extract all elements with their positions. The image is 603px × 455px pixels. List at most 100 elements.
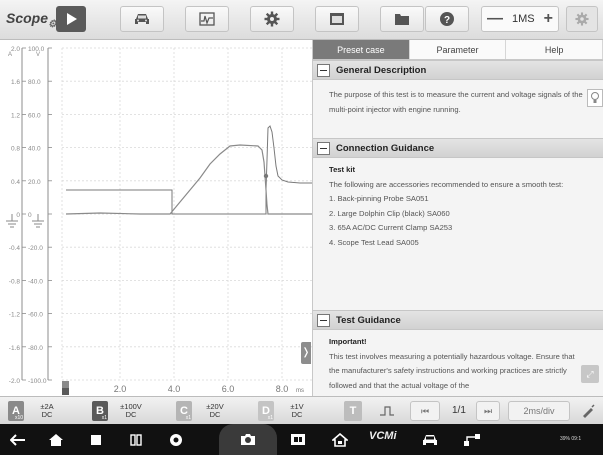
split-screen-button[interactable] [120,424,152,455]
channel-d-setting: ±1V DC [290,401,304,419]
left-axis-unit: A [8,52,12,58]
lightbulb-icon[interactable] [587,89,603,107]
timebase-control[interactable]: — 1MS + [481,6,559,32]
important-label: Important! [329,337,367,346]
channel-a-label: Ax10 [8,401,24,421]
car-icon [423,434,437,445]
next-page-button[interactable]: ⏭ [476,401,500,421]
waveform-button[interactable] [185,6,229,32]
house-car-icon [332,432,348,447]
home-icon [49,433,63,446]
right-tick-label: -100.0 [28,378,47,385]
general-description-text: The purpose of this test is to measure t… [329,90,583,114]
timebase-increase-button[interactable]: + [544,11,553,27]
collapse-icon[interactable] [317,63,330,77]
channel-b-button[interactable]: Bx1 ±100V DC [92,401,148,421]
test-guidance-text: This test involves measuring a potential… [329,351,575,390]
test-guidance-header[interactable]: Test Guidance [313,310,603,330]
scope-display[interactable]: 2.0 1.6 1.2 0.8 0.4 0 -0.4 -0.8 -1.2 -1.6 -2.0 A 10… [0,40,312,396]
general-description-body: The purpose of this test is to measure t… [313,80,603,138]
connection-guidance-body: Test kit The following are accessories r… [313,158,603,310]
network-button[interactable] [456,424,488,455]
voltage-trace [66,125,312,215]
left-tick-label: -0.8 [9,278,21,285]
time-div-button[interactable]: 2ms/div [508,401,570,421]
rising-edge-icon [380,406,394,416]
trace-cursor-dot [263,173,269,179]
status-indicators: 39% 09:1 [560,436,582,442]
settings-button[interactable] [566,6,598,32]
diag-home-button[interactable] [324,424,356,455]
app-logo: Scope⚙ [6,10,57,30]
gear-icon [264,11,280,27]
vehicle-shortcut-button[interactable] [414,424,446,455]
x-axis-unit: ms [296,388,304,394]
gear-button[interactable] [250,6,294,32]
x-tick-label: 4.0 [168,384,181,394]
channel-d-label: Dx1 [258,401,274,421]
right-tick-label: -20.0 [28,245,43,252]
play-button[interactable] [56,6,86,32]
channel-b-setting: ±100V DC [120,401,142,419]
split-icon [130,433,142,446]
left-tick-label: -1.2 [9,312,21,319]
back-icon [10,433,25,446]
section-title: Test Guidance [336,314,401,326]
channel-a-setting: ±2A DC [40,401,54,419]
skip-previous-icon: ⏮ [420,405,430,416]
right-tick-label: -60.0 [28,312,43,319]
trigger-edge-button[interactable] [372,401,402,421]
folder-button[interactable] [380,6,424,32]
square-icon [91,434,101,445]
x-tick-label: 6.0 [222,384,235,394]
help-button[interactable]: ? [425,6,469,32]
recents-button[interactable] [80,424,112,455]
connection-guidance-header[interactable]: Connection Guidance [313,138,603,158]
right-tick-label: 0 [28,212,32,219]
channel-d-button[interactable]: Dx1 ±1V DC [258,401,314,421]
list-item: 3. 65A AC/DC Current Clamp SA253 [329,223,453,232]
browser-button[interactable] [160,424,192,455]
collapse-icon[interactable] [317,313,330,327]
expand-icon[interactable]: ⤢ [581,365,599,383]
right-tick-label: 40.0 [28,146,41,153]
record-button[interactable] [282,424,314,455]
window-icon [330,13,344,25]
scope-graph[interactable]: 2.01.61.20.80.40-0.4-0.8-1.2-1.6-2.0A 10… [0,40,312,396]
info-panel: Preset case Parameter Help General Descr… [312,40,603,396]
tab-help[interactable]: Help [506,40,603,59]
probe-button[interactable] [578,401,598,421]
window-button[interactable] [315,6,359,32]
vcm-label[interactable]: VCMi [369,430,397,442]
tab-preset-case[interactable]: Preset case [313,40,410,59]
section-title: Connection Guidance [336,142,435,154]
panel-collapse-handle[interactable]: ❭ [301,342,311,364]
car-icon [135,14,149,24]
right-tick-label: 60.0 [28,112,41,119]
network-icon [464,433,480,446]
chrome-icon [170,433,182,446]
tab-parameter[interactable]: Parameter [409,40,507,59]
settings-icon [575,12,589,26]
collapse-icon[interactable] [317,141,330,155]
channel-c-button[interactable]: Cx1 ±20V DC [176,401,232,421]
channel-b-label: Bx1 [92,401,108,421]
left-tick-label: 0.4 [11,179,20,186]
timebase-value: 1MS [512,13,535,25]
vehicle-button[interactable] [120,6,164,32]
home-button[interactable] [40,424,72,455]
timebase-decrease-button[interactable]: — [487,11,503,27]
top-toolbar: Scope⚙ ? — 1MS + [0,0,603,40]
left-tick-label: -1.6 [9,345,21,352]
screenshot-button[interactable] [232,424,264,455]
left-tick-label: 2.0 [11,46,20,53]
waveform-icon [199,12,215,26]
trigger-button[interactable]: T [344,401,362,421]
previous-page-button[interactable]: ⏮ [410,401,440,421]
channel-a-button[interactable]: Ax10 ±2A DC [8,401,64,421]
camera-icon [241,434,255,445]
back-button[interactable] [2,424,34,455]
list-item: 1. Back-pinning Probe SA051 [329,194,429,203]
svg-text:?: ? [444,15,450,26]
general-description-header[interactable]: General Description [313,60,603,80]
